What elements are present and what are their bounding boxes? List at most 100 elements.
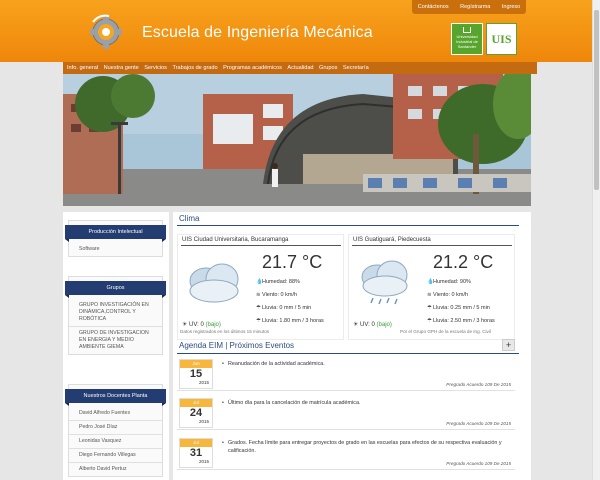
event-month: Jul	[180, 399, 212, 407]
event-source: Pregrado Acuerdo 109 De 2015	[446, 382, 511, 387]
nav-grupos[interactable]: Grupos	[319, 65, 337, 71]
nav-programas[interactable]: Programas académicos	[223, 65, 282, 71]
station-underline	[352, 245, 512, 246]
uis-university-logo[interactable]: Universidad Industrial de Santander	[451, 23, 483, 55]
sidebar: Producción Intelectual Software Grupos G…	[63, 212, 169, 480]
event-year: 2015	[198, 380, 209, 385]
uv-value: UV: 0	[189, 322, 204, 328]
station-location: UIS Guatiguará, Piedecuesta	[353, 237, 431, 243]
main-content: Clima UIS Ciudad Universitaria, Bucarama…	[173, 212, 531, 480]
site-header: Escuela de Ingeniería Mecánica Contácten…	[0, 0, 600, 62]
rain-3h-value: Lluvia: 1.80 mm / 3 horas	[262, 318, 324, 324]
event-day: 24	[189, 407, 203, 419]
rain-3h: ☂Lluvia: 1.80 mm / 3 horas	[256, 318, 324, 324]
wind-value: Viento: 0 km/h	[262, 292, 298, 298]
contact-link[interactable]: Contáctenos	[418, 4, 449, 10]
station-underline	[181, 245, 341, 246]
event-month: Jun	[180, 360, 212, 368]
grupos-item[interactable]: GRUPO INVESTIGACIÓN EN DINÁMICA,CONTROL …	[69, 299, 162, 327]
event-year: 2015	[198, 459, 209, 464]
rain-now-value: Lluvia: 0 mm / 5 min	[262, 305, 312, 311]
uv-level: (bajo)	[376, 322, 392, 328]
rain-now: ☂Lluvia: 0 mm / 5 min	[256, 305, 311, 311]
docente-item[interactable]: David Alfredo Fuentes	[69, 407, 162, 421]
calendar-date-icon: Jun 15 2015	[179, 359, 213, 389]
rain-cloud-icon	[361, 260, 408, 305]
event-item[interactable]: Jul 24 2015 Último día para la cancelaci…	[177, 396, 515, 430]
uis-university-text: Universidad Industrial de Santander	[456, 34, 478, 49]
rain-3h-value: Lluvia: 2.50 mm / 3 horas	[433, 318, 495, 324]
event-day: 31	[189, 447, 203, 459]
docente-item[interactable]: Diego Fernando Villegas	[69, 449, 162, 463]
event-text[interactable]: Último día para la cancelación de matríc…	[222, 399, 508, 407]
docente-item[interactable]: Alberto David Pertuz	[69, 463, 162, 476]
event-source: Pregrado Acuerdo 109 De 2015	[446, 421, 511, 426]
nav-info-general[interactable]: Info. general	[67, 65, 98, 71]
nav-secretaria[interactable]: Secretaría	[343, 65, 369, 71]
site-title[interactable]: Escuela de Ingeniería Mecánica	[142, 24, 373, 42]
event-month: Jul	[180, 439, 212, 447]
uv-value: UV: 0	[360, 322, 375, 328]
main-nav: Info. general Nuestra gente Servicios Tr…	[63, 62, 537, 74]
nav-trabajos-grado[interactable]: Trabajos de grado	[172, 65, 217, 71]
docente-item[interactable]: Leonidas Vasquez	[69, 435, 162, 449]
clima-note-left: Datos registrados en los últimos 15 minu…	[180, 329, 270, 334]
grupos-item[interactable]: GRUPO DE INVESTIGACION EN ENERGIA Y MEDI…	[69, 327, 162, 354]
event-text[interactable]: Grados. Fecha límite para entregar proye…	[222, 439, 508, 455]
clima-title: Clima	[179, 214, 200, 223]
sun-icon: ☀	[353, 322, 361, 328]
event-item[interactable]: Jun 15 2015 Reanudación de la actividad …	[177, 357, 515, 391]
top-links: Contáctenos Regístrarma Ingreso	[412, 0, 526, 14]
humidity-value: Humedad: 88%	[262, 279, 300, 285]
grupos-block: Grupos GRUPO INVESTIGACIÓN EN DINÁMICA,C…	[65, 276, 166, 355]
produccion-title: Producción Intelectual	[65, 225, 166, 242]
agenda-title[interactable]: Agenda EIM | Próximos Eventos	[179, 341, 294, 350]
produccion-block: Producción Intelectual Software	[65, 220, 166, 257]
weather-station-piedecuesta: UIS Guatiguará, Piedecuesta 21.2 °C 💧Hum…	[348, 234, 515, 340]
scrollbar-thumb[interactable]	[594, 10, 599, 190]
nav-servicios[interactable]: Servicios	[144, 65, 167, 71]
docentes-block: Nuestros Docentes Planta David Alfredo F…	[65, 384, 166, 477]
campus-banner-image	[63, 74, 531, 206]
add-event-button[interactable]: +	[502, 339, 515, 351]
sun-icon: ☀	[182, 322, 190, 328]
event-text[interactable]: Reanudación de la actividad académica.	[222, 360, 508, 368]
rain-now: ☂Lluvia: 0.25 mm / 5 min	[427, 305, 490, 311]
uis-logo[interactable]: UIS	[486, 23, 517, 55]
temperature: 21.2 °C	[433, 252, 494, 272]
humidity: 💧Humedad: 88%	[256, 279, 300, 285]
docente-item[interactable]: Pedro José Díaz	[69, 421, 162, 435]
wind: ≋Viento: 0 km/h	[256, 292, 297, 298]
clima-note-right: Por el Grupo GPH de la escuela de Ing. C…	[400, 329, 491, 334]
uv-index: ☀ UV: 0 (bajo)	[182, 321, 221, 328]
gear-logo-icon[interactable]	[89, 12, 123, 50]
cloud-weather-icon	[189, 263, 239, 303]
wind-value: Viento: 0 km/h	[433, 292, 469, 298]
event-year: 2015	[198, 419, 209, 424]
event-item[interactable]: Jul 31 2015 Grados. Fecha límite para en…	[177, 436, 515, 470]
temperature: 21.7 °C	[262, 252, 323, 272]
event-day: 15	[189, 368, 203, 380]
nav-nuestra-gente[interactable]: Nuestra gente	[104, 65, 139, 71]
rain-now-value: Lluvia: 0.25 mm / 5 min	[433, 305, 490, 311]
register-link[interactable]: Regístrarma	[460, 4, 490, 10]
station-location: UIS Ciudad Universitaria, Bucaramanga	[182, 237, 289, 243]
humidity-value: Humedad: 90%	[433, 279, 471, 285]
login-link[interactable]: Ingreso	[502, 4, 520, 10]
clima-divider	[177, 225, 519, 226]
produccion-item[interactable]: Software	[69, 243, 162, 256]
wind: ≋Viento: 0 km/h	[427, 292, 468, 298]
event-source: Pregrado Acuerdo 109 De 2015	[446, 461, 511, 466]
uv-index: ☀ UV: 0 (bajo)	[353, 321, 392, 328]
calendar-date-icon: Jul 24 2015	[179, 398, 213, 428]
humidity: 💧Humedad: 90%	[427, 279, 471, 285]
calendar-date-icon: Jul 31 2015	[179, 438, 213, 468]
docentes-title: Nuestros Docentes Planta	[65, 389, 166, 406]
vertical-scrollbar[interactable]	[592, 0, 600, 480]
weather-station-bucaramanga: UIS Ciudad Universitaria, Bucaramanga 21…	[177, 234, 344, 340]
nav-actualidad[interactable]: Actualidad	[287, 65, 313, 71]
rain-3h: ☂Lluvia: 2.50 mm / 3 horas	[427, 318, 495, 324]
agenda-divider	[177, 353, 519, 354]
uv-level: (bajo)	[205, 322, 221, 328]
grupos-title: Grupos	[65, 281, 166, 298]
